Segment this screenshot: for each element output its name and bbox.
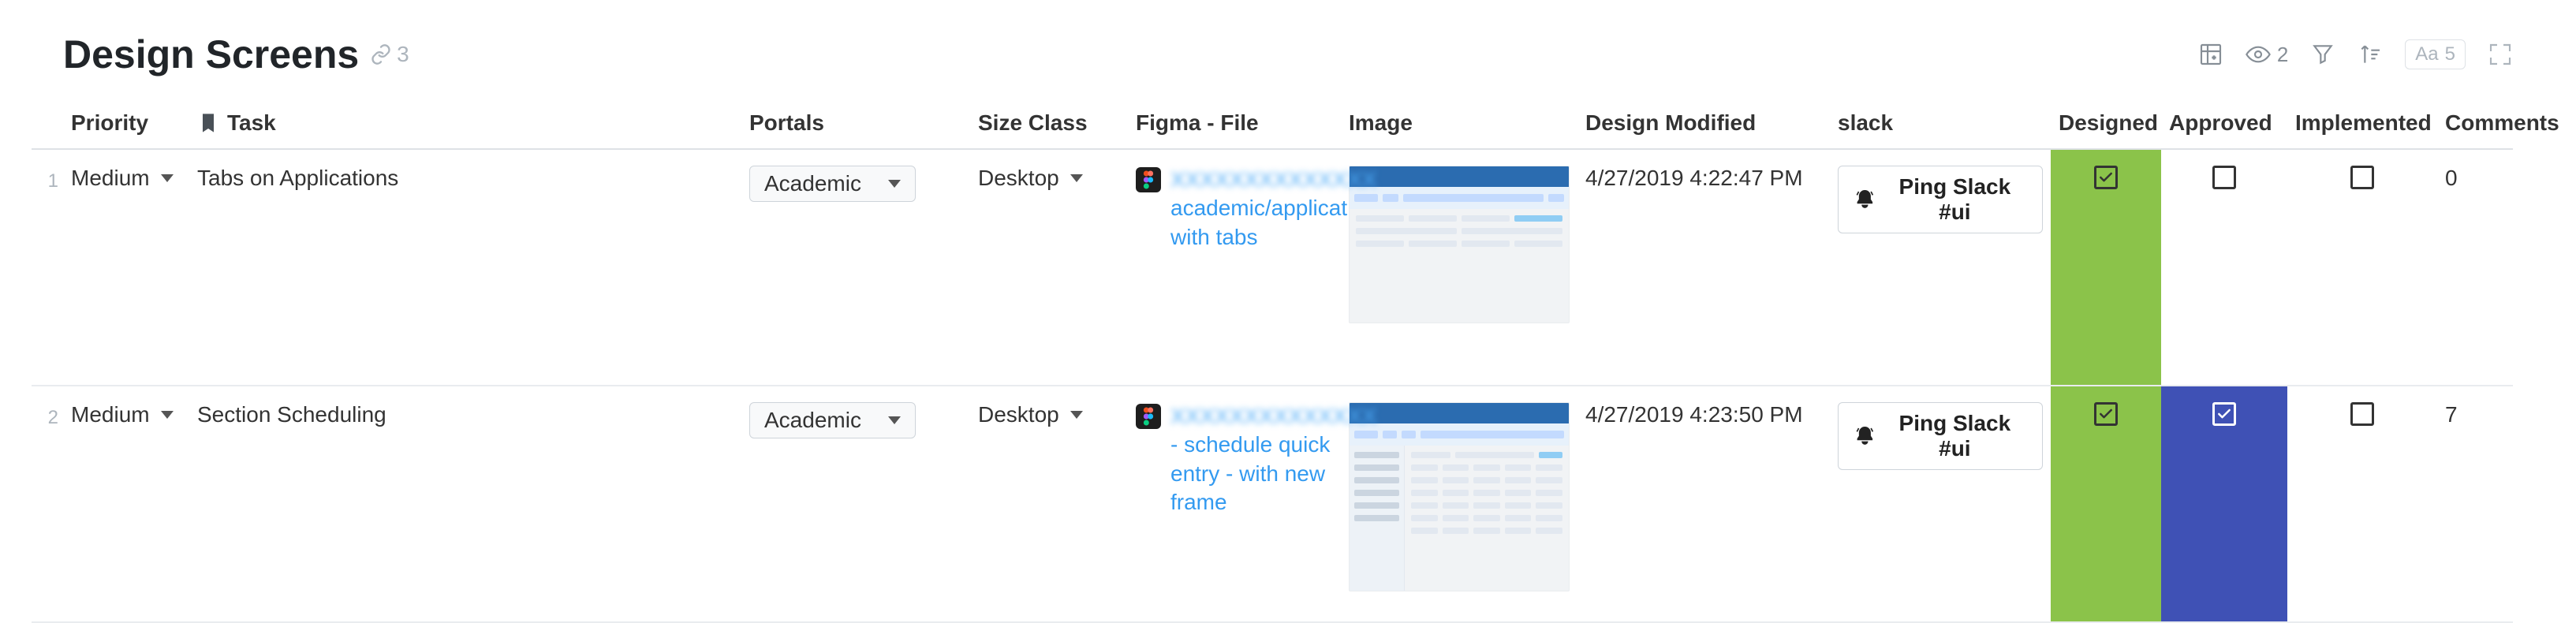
row-number: 1 [32,150,63,208]
filter-icon [2310,42,2335,67]
header-design-modified[interactable]: Design Modified [1577,101,1830,148]
checkbox-checked-icon [2094,402,2118,426]
approved-cell[interactable] [2161,386,2287,621]
toolbar: 2 Aa 5 [2198,39,2513,69]
task-cell[interactable]: Tabs on Applications [189,150,741,207]
designed-cell[interactable] [2051,386,2161,621]
data-grid: Priority Task Portals Size Class Figma -… [32,101,2513,623]
chevron-down-icon [161,174,174,182]
filter-button[interactable] [2310,42,2335,67]
priority-cell[interactable]: Medium [63,386,189,443]
header-rownum [32,114,63,136]
size-class-cell[interactable]: Desktop [970,150,1128,207]
header-figma[interactable]: Figma - File [1128,101,1341,148]
header-image[interactable]: Image [1341,101,1577,148]
slack-cell: Ping Slack #ui [1830,150,2051,249]
row-height-control[interactable]: Aa 5 [2405,39,2466,69]
table-plus-icon [2198,42,2223,67]
header-designed[interactable]: Designed [2051,101,2161,148]
checkbox-checked-icon [2212,402,2236,426]
portals-cell[interactable]: Academic [741,150,970,218]
expand-button[interactable] [2488,42,2513,67]
header-row: Priority Task Portals Size Class Figma -… [32,101,2513,150]
figma-file-redacted: XXXXXXXXXXXXXX [1170,166,1388,194]
priority-cell[interactable]: Medium [63,150,189,207]
sort-icon [2358,42,2383,67]
header-approved[interactable]: Approved [2161,101,2287,148]
checkbox-checked-icon [2094,166,2118,189]
figma-icon [1136,167,1161,192]
eye-icon [2246,42,2271,67]
design-modified-cell: 4/27/2019 4:22:47 PM [1577,150,1830,207]
header-implemented[interactable]: Implemented [2287,101,2437,148]
header-size-class[interactable]: Size Class [970,101,1128,148]
comments-cell[interactable]: 7 [2437,386,2513,443]
header-portals[interactable]: Portals [741,101,970,148]
size-class-value: Desktop [978,402,1059,427]
header-slack[interactable]: slack [1830,101,2051,148]
row-number: 2 [32,386,63,445]
chevron-down-icon [1070,174,1083,182]
priority-value: Medium [71,166,150,191]
font-label: Aa [2415,43,2438,65]
ping-slack-button[interactable]: Ping Slack #ui [1838,402,2043,470]
chevron-down-icon [1070,411,1083,419]
ping-slack-label: Ping Slack #ui [1883,411,2026,461]
bookmark-icon [197,112,219,134]
bell-icon [1854,188,1876,211]
figma-icon [1136,404,1161,429]
implemented-cell[interactable] [2287,150,2437,385]
designed-cell[interactable] [2051,150,2161,385]
linked-records-badge[interactable]: 3 [370,42,409,67]
design-modified-cell: 4/27/2019 4:23:50 PM [1577,386,1830,443]
approved-cell[interactable] [2161,150,2287,385]
linked-records-count: 3 [397,42,409,67]
header-task[interactable]: Task [189,101,741,148]
chevron-down-icon [888,180,901,188]
slack-cell: Ping Slack #ui [1830,386,2051,486]
table-row: 1 Medium Tabs on Applications Academic D… [32,150,2513,386]
figma-cell[interactable]: XXXXXXXXXXXXXX academic/applications wit… [1128,150,1341,267]
size-class-cell[interactable]: Desktop [970,386,1128,443]
sort-button[interactable] [2358,42,2383,67]
ping-slack-button[interactable]: Ping Slack #ui [1838,166,2043,233]
expand-icon [2488,42,2513,67]
portal-value: Academic [764,408,861,433]
figma-file-redacted: XXXXXXXXXXXXXX [1170,402,1376,431]
row-height-value: 5 [2445,43,2455,65]
task-cell[interactable]: Section Scheduling [189,386,741,443]
portal-value: Academic [764,171,861,196]
figma-cell[interactable]: XXXXXXXXXXXXXX - schedule quick entry - … [1128,386,1341,533]
ping-slack-label: Ping Slack #ui [1883,174,2026,225]
checkbox-empty-icon [2350,166,2374,189]
table-row: 2 Medium Section Scheduling Academic Des… [32,386,2513,623]
views-button[interactable]: 2 [2246,42,2288,67]
header-comments[interactable]: Comments [2437,101,2567,148]
implemented-cell[interactable] [2287,386,2437,621]
size-class-value: Desktop [978,166,1059,191]
header-priority[interactable]: Priority [63,101,189,148]
views-count: 2 [2277,43,2288,67]
bell-icon [1854,425,1876,447]
priority-value: Medium [71,402,150,427]
image-thumbnail [1349,402,1570,591]
header-task-label: Task [227,110,276,136]
link-icon [370,43,392,65]
insert-column-button[interactable] [2198,42,2223,67]
chevron-down-icon [888,416,901,424]
checkbox-empty-icon [2350,402,2374,426]
page-title: Design Screens [63,32,359,77]
checkbox-empty-icon [2212,166,2236,189]
comments-cell[interactable]: 0 [2437,150,2513,207]
chevron-down-icon [161,411,174,419]
portals-cell[interactable]: Academic [741,386,970,454]
